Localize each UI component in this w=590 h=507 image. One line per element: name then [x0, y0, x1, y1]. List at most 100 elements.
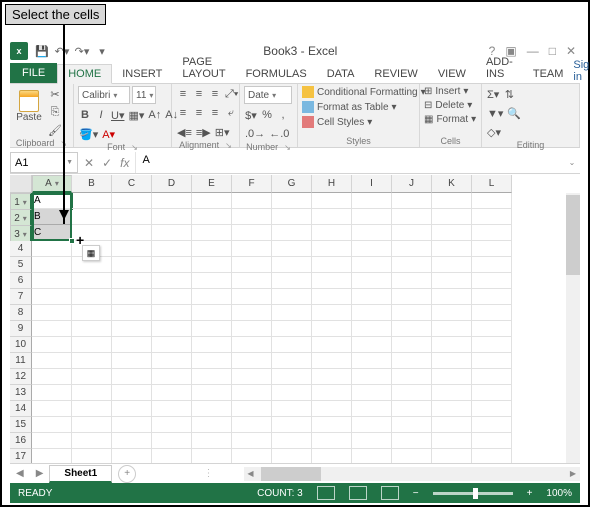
cell[interactable]	[272, 401, 312, 417]
cell[interactable]	[432, 193, 472, 209]
cell[interactable]	[72, 449, 112, 463]
cell[interactable]	[232, 193, 272, 209]
align-left-button[interactable]: ≡	[176, 105, 190, 121]
normal-view-button[interactable]	[317, 486, 335, 500]
find-select-button[interactable]: 🔍	[506, 105, 522, 121]
italic-button[interactable]: I	[94, 107, 108, 123]
cell[interactable]	[352, 401, 392, 417]
clear-button[interactable]: ◇▾	[486, 124, 502, 140]
cell[interactable]	[152, 193, 192, 209]
cell[interactable]	[192, 449, 232, 463]
cell[interactable]	[272, 305, 312, 321]
cell[interactable]	[232, 337, 272, 353]
cell[interactable]	[232, 385, 272, 401]
cell[interactable]	[352, 433, 392, 449]
cell[interactable]	[232, 321, 272, 337]
cell[interactable]	[192, 257, 232, 273]
cell[interactable]	[112, 449, 152, 463]
horizontal-scroll-thumb[interactable]	[261, 467, 321, 481]
tab-file[interactable]: FILE	[10, 63, 57, 83]
cell[interactable]	[232, 433, 272, 449]
increase-indent-button[interactable]: ≡▶	[195, 124, 212, 140]
cell[interactable]	[112, 193, 152, 209]
cell[interactable]	[472, 449, 512, 463]
save-button[interactable]: 💾	[33, 42, 51, 60]
cell[interactable]	[232, 305, 272, 321]
copy-button[interactable]: ⎘	[47, 104, 63, 120]
cell[interactable]	[112, 385, 152, 401]
cell[interactable]	[392, 385, 432, 401]
cell[interactable]	[352, 305, 392, 321]
merge-button[interactable]: ⊞▾	[214, 124, 231, 140]
underline-button[interactable]: U▾	[110, 107, 125, 123]
cell[interactable]	[352, 225, 392, 241]
cell[interactable]	[112, 273, 152, 289]
cell[interactable]	[112, 433, 152, 449]
cell[interactable]	[392, 449, 432, 463]
cell[interactable]	[432, 289, 472, 305]
row-header[interactable]: 9	[10, 321, 32, 337]
cell[interactable]: C	[32, 225, 72, 241]
cell[interactable]	[72, 225, 112, 241]
cell[interactable]	[472, 369, 512, 385]
cell[interactable]	[72, 321, 112, 337]
column-header[interactable]: F	[232, 175, 272, 193]
cell[interactable]	[232, 209, 272, 225]
row-header[interactable]: 6	[10, 273, 32, 289]
cell[interactable]	[152, 353, 192, 369]
cell[interactable]	[192, 353, 232, 369]
tab-home[interactable]: HOME	[57, 64, 112, 84]
decrease-decimal-button[interactable]: ←.0	[268, 126, 290, 142]
cell[interactable]	[232, 225, 272, 241]
cell[interactable]	[352, 353, 392, 369]
column-header[interactable]: A	[32, 175, 72, 193]
zoom-level[interactable]: 100%	[546, 488, 572, 499]
cell[interactable]	[312, 449, 352, 463]
cell[interactable]	[232, 449, 272, 463]
cell[interactable]	[192, 369, 232, 385]
zoom-knob[interactable]	[473, 488, 478, 499]
cell[interactable]	[392, 353, 432, 369]
cell[interactable]	[472, 257, 512, 273]
cell[interactable]	[432, 241, 472, 257]
decrease-indent-button[interactable]: ◀≡	[176, 124, 193, 140]
cell[interactable]	[432, 401, 472, 417]
tab-team[interactable]: TEAM	[523, 65, 574, 83]
cell[interactable]	[112, 209, 152, 225]
hscroll-right[interactable]: ▶	[566, 469, 580, 478]
cell[interactable]	[232, 401, 272, 417]
cell[interactable]	[352, 449, 392, 463]
cell[interactable]	[392, 305, 432, 321]
fill-button[interactable]: ▼▾	[486, 105, 504, 121]
percent-button[interactable]: %	[260, 107, 274, 123]
cell[interactable]	[112, 289, 152, 305]
tab-insert[interactable]: INSERT	[112, 65, 172, 83]
cell[interactable]	[352, 417, 392, 433]
cell[interactable]	[112, 321, 152, 337]
cell[interactable]	[472, 193, 512, 209]
cell[interactable]	[432, 353, 472, 369]
cell[interactable]	[272, 417, 312, 433]
enter-formula-button[interactable]: ✓	[102, 156, 112, 170]
cell[interactable]	[232, 257, 272, 273]
cell[interactable]	[32, 401, 72, 417]
cell[interactable]	[312, 193, 352, 209]
cell[interactable]	[392, 209, 432, 225]
cell[interactable]	[232, 353, 272, 369]
cell[interactable]	[32, 241, 72, 257]
cell[interactable]	[272, 337, 312, 353]
align-middle-button[interactable]: ≡	[192, 86, 206, 102]
cell[interactable]	[152, 225, 192, 241]
cell[interactable]	[152, 241, 192, 257]
undo-button[interactable]: ↶▾	[53, 42, 71, 60]
cell[interactable]	[392, 241, 432, 257]
align-bottom-button[interactable]: ≡	[208, 86, 222, 102]
cell[interactable]	[192, 289, 232, 305]
zoom-in-button[interactable]: +	[527, 488, 533, 499]
cell[interactable]	[32, 369, 72, 385]
cell[interactable]	[272, 241, 312, 257]
row-header[interactable]: 5	[10, 257, 32, 273]
cell[interactable]	[432, 225, 472, 241]
cell[interactable]	[312, 305, 352, 321]
row-header[interactable]: 10	[10, 337, 32, 353]
